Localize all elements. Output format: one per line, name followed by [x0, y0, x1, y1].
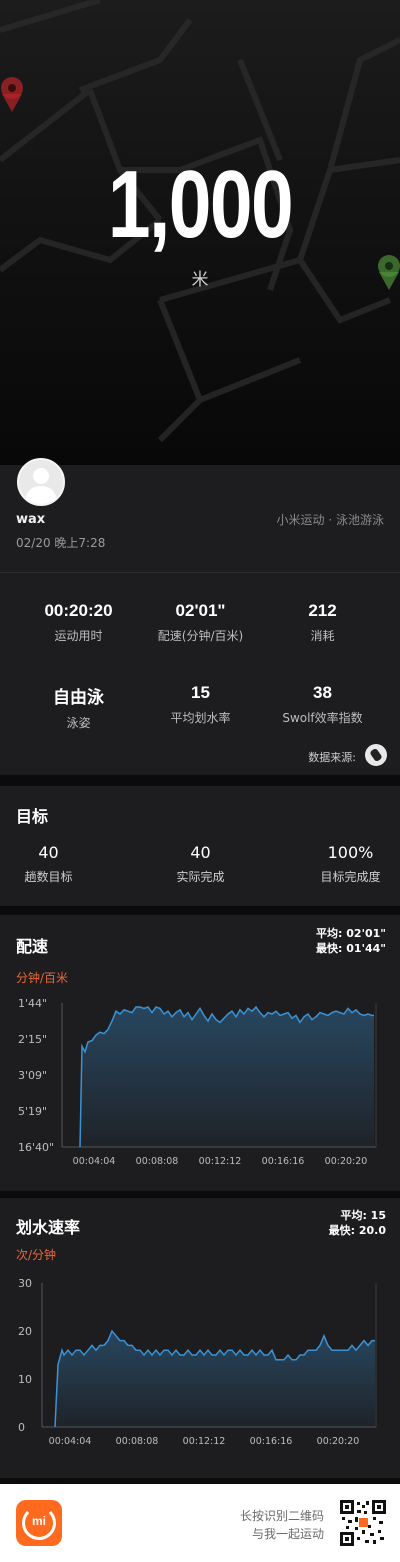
stat-label: 配速(分钟/百米)	[157, 629, 244, 643]
avatar[interactable]	[17, 458, 65, 506]
distance-unit: 米	[191, 270, 209, 290]
stroke-rate-average: 平均: 15	[340, 1209, 386, 1222]
series-area	[80, 1007, 374, 1147]
qr-invitation: 与我一起运动	[251, 1527, 324, 1541]
stat-value: 00:20:20	[44, 601, 113, 620]
y-tick-label: 1'44"	[18, 997, 47, 1010]
goal-laps-completed: 40 实际完成	[134, 843, 267, 885]
x-tick-label: 00:04:04	[49, 1436, 92, 1447]
goal-value: 100%	[327, 843, 374, 862]
mi-fit-logo-icon: mi	[16, 1500, 62, 1546]
y-tick-label: 5'19"	[18, 1105, 47, 1118]
stroke-rate-chart-title: 划水速率	[16, 1218, 81, 1237]
share-footer: mi 长按识别二维码 与我一起运动	[0, 1484, 400, 1562]
goals-title: 目标	[16, 807, 49, 826]
logo-text: mi	[31, 1514, 46, 1528]
user-silhouette-icon	[25, 468, 57, 504]
stroke-rate-fastest: 最快: 20.0	[328, 1224, 386, 1237]
x-tick-label: 00:16:16	[250, 1436, 293, 1447]
goal-label: 趟数目标	[24, 870, 73, 884]
y-tick-label: 16'40"	[18, 1141, 54, 1154]
goal-completion: 100% 目标完成度	[284, 843, 400, 885]
band-device-icon	[370, 748, 382, 762]
x-tick-label: 00:16:16	[262, 1156, 305, 1167]
goal-value: 40	[38, 843, 59, 862]
hero-map: 1,000 米	[0, 0, 400, 465]
x-tick-label: 00:08:08	[136, 1156, 179, 1167]
pace-chart-title: 配速	[16, 937, 49, 956]
workout-datetime: 02/20 晚上7:28	[16, 536, 106, 550]
stat-swolf: 38 Swolf效率指数	[256, 683, 389, 726]
x-tick-label: 00:04:04	[73, 1156, 116, 1167]
stat-value: 15	[191, 683, 210, 702]
stroke-rate-unit-label: 次/分钟	[16, 1248, 57, 1262]
distance-value: 1,000	[107, 151, 294, 258]
stat-label: 消耗	[310, 629, 335, 643]
pace-unit-label: 分钟/百米	[16, 971, 69, 985]
stroke-rate-chart: 30 20 10 0 00:04:04 00:08:08 00:12:12 00:16:16 0…	[18, 1277, 377, 1447]
x-tick-label: 00:12:12	[199, 1156, 242, 1167]
start-pin-icon	[1, 77, 23, 112]
x-tick-label: 00:20:20	[317, 1436, 360, 1447]
username: wax	[16, 512, 46, 527]
stat-pace: 02'01" 配速(分钟/百米)	[134, 601, 267, 644]
stat-label: 运动用时	[54, 629, 103, 643]
qr-code-icon[interactable]	[340, 1500, 386, 1546]
stat-duration: 00:20:20 运动用时	[12, 601, 145, 644]
stat-calories: 212 消耗	[256, 601, 389, 644]
y-tick-label: 3'09"	[18, 1069, 47, 1082]
stat-value: 02'01"	[175, 601, 226, 620]
stat-label: Swolf效率指数	[282, 711, 363, 725]
stat-label: 泳姿	[66, 716, 91, 730]
stat-stroke-rate: 15 平均划水率	[134, 683, 267, 726]
y-tick-label: 30	[18, 1277, 32, 1290]
x-tick-label: 00:12:12	[183, 1436, 226, 1447]
pace-summary: 平均: 02'01" 最快: 01'44"	[316, 926, 386, 956]
goal-label: 目标完成度	[320, 870, 381, 884]
goal-value: 40	[190, 843, 211, 862]
qr-instruction: 长按识别二维码	[239, 1509, 324, 1523]
pace-fastest: 最快: 01'44"	[316, 942, 386, 955]
pace-average: 平均: 02'01"	[316, 927, 386, 940]
x-tick-label: 00:20:20	[325, 1156, 368, 1167]
goal-label: 实际完成	[176, 870, 225, 884]
pace-chart: 1'44" 2'15" 3'09" 5'19" 16'40" 00:04:04 00:08:…	[18, 997, 377, 1167]
stat-value: 212	[308, 601, 337, 620]
stat-stroke-style: 自由泳 泳姿	[12, 683, 145, 731]
data-source-button[interactable]	[365, 744, 387, 766]
x-tick-label: 00:08:08	[116, 1436, 159, 1447]
y-tick-label: 20	[18, 1325, 32, 1338]
y-tick-label: 10	[18, 1373, 32, 1386]
goal-laps-target: 40 趟数目标	[0, 843, 115, 885]
stat-value: 自由泳	[53, 688, 104, 707]
y-tick-label: 2'15"	[18, 1033, 47, 1046]
workout-source: 小米运动 · 泳池游泳	[276, 513, 384, 527]
stroke-rate-summary: 平均: 15 最快: 20.0	[329, 1208, 386, 1238]
stat-label: 平均划水率	[170, 711, 231, 725]
y-tick-label: 0	[18, 1421, 25, 1434]
data-source-label: 数据来源:	[308, 751, 356, 764]
stat-value: 38	[313, 683, 332, 702]
